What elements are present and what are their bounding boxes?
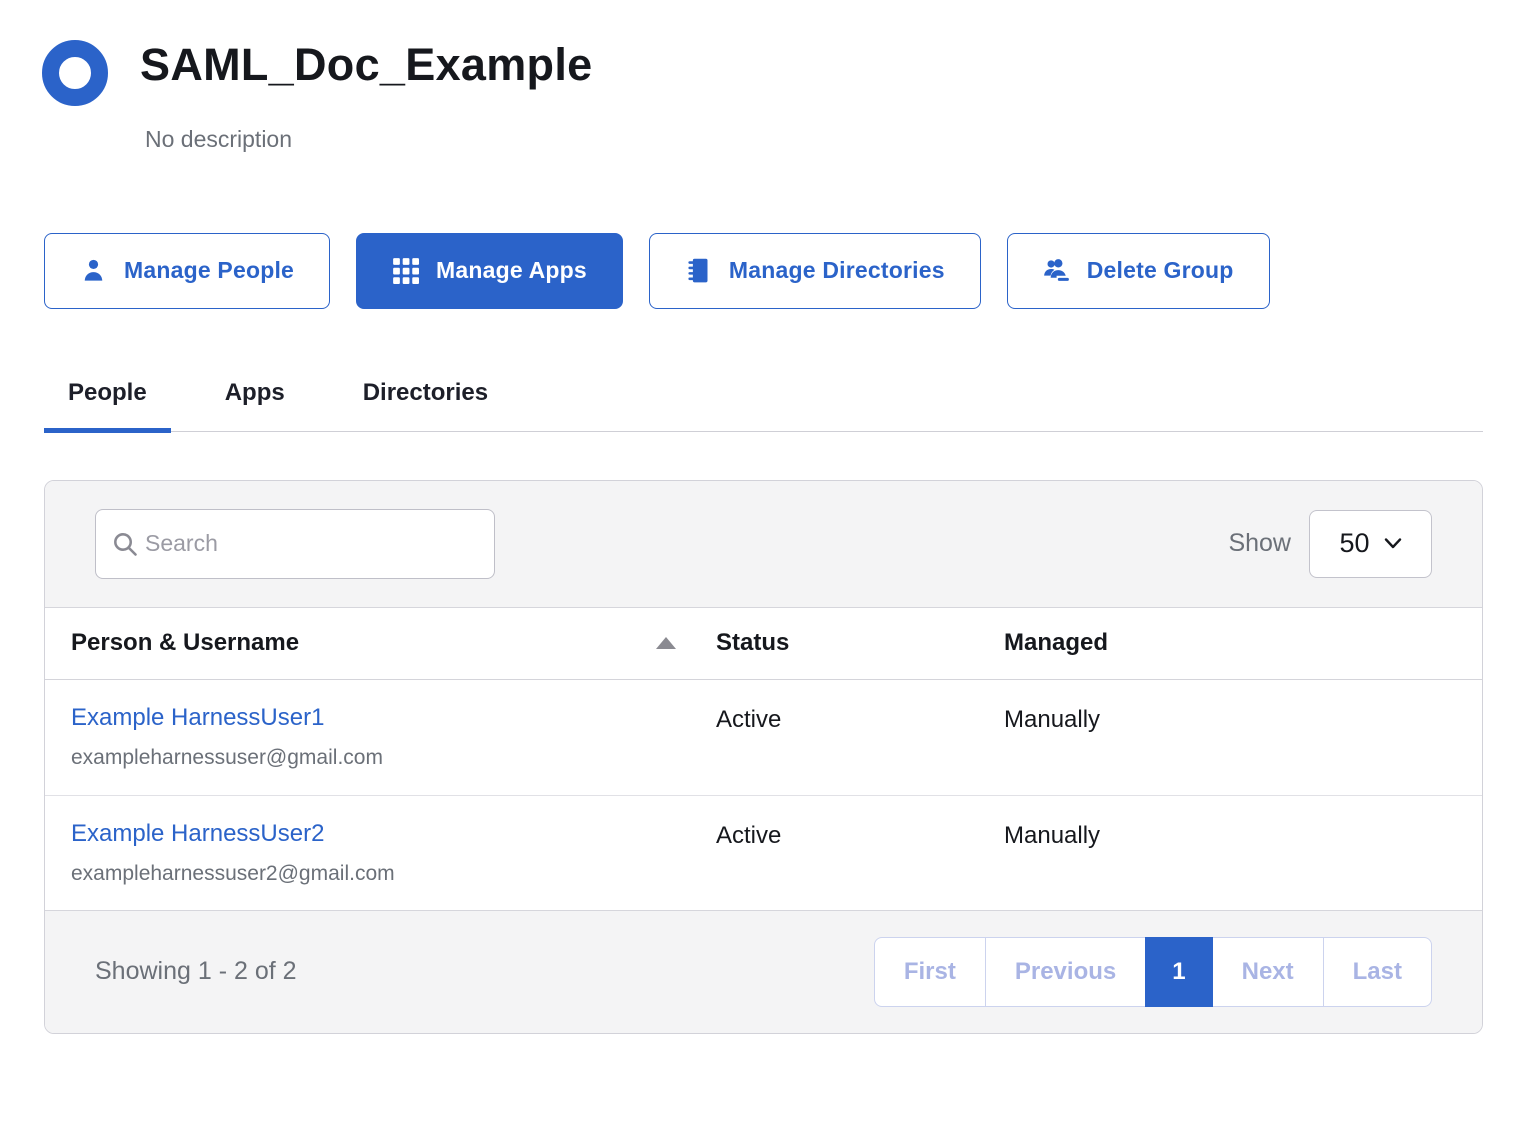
column-header-status[interactable]: Status: [716, 629, 1004, 657]
search-input[interactable]: [145, 530, 480, 557]
tab-people[interactable]: People: [44, 379, 171, 431]
person-email: exampleharnessuser2@gmail.com: [71, 862, 716, 886]
page-size-value: 50: [1339, 528, 1369, 559]
manage-people-button[interactable]: Manage People: [44, 233, 330, 309]
delete-group-label: Delete Group: [1087, 257, 1234, 284]
group-header: SAML_Doc_Example No description: [42, 40, 1520, 153]
person-status: Active: [716, 820, 1004, 850]
page-size-select[interactable]: 50: [1309, 510, 1432, 578]
tab-apps[interactable]: Apps: [201, 379, 309, 431]
table-row: Example HarnessUser2 exampleharnessuser2…: [45, 795, 1482, 910]
table-header-row: Person & Username Status Managed: [45, 608, 1482, 680]
person-link[interactable]: Example HarnessUser2: [71, 820, 324, 847]
results-summary: Showing 1 - 2 of 2: [95, 957, 297, 986]
group-description: No description: [145, 126, 592, 153]
remove-user-icon: [1043, 257, 1070, 284]
pagination-page-1[interactable]: 1: [1145, 937, 1212, 1007]
manage-people-label: Manage People: [124, 257, 294, 284]
pagination-last[interactable]: Last: [1323, 937, 1432, 1007]
pagination-next[interactable]: Next: [1212, 937, 1324, 1007]
manage-directories-label: Manage Directories: [729, 257, 945, 284]
delete-group-button[interactable]: Delete Group: [1007, 233, 1270, 309]
table-toolbar: Show 50: [45, 481, 1482, 608]
pagination-first[interactable]: First: [874, 937, 986, 1007]
page-title: SAML_Doc_Example: [140, 40, 592, 90]
search-icon: [111, 530, 139, 558]
pagination: First Previous 1 Next Last: [874, 937, 1432, 1007]
person-status: Active: [716, 704, 1004, 734]
column-header-person[interactable]: Person & Username: [71, 629, 716, 657]
search-box[interactable]: [95, 509, 495, 579]
manage-apps-label: Manage Apps: [436, 257, 587, 284]
manage-apps-button[interactable]: Manage Apps: [356, 233, 623, 309]
show-label: Show: [1228, 529, 1291, 558]
manage-directories-button[interactable]: Manage Directories: [649, 233, 981, 309]
person-email: exampleharnessuser@gmail.com: [71, 746, 716, 770]
people-panel: Show 50 Person & Username Status Managed…: [44, 480, 1483, 1034]
tabs: People Apps Directories: [44, 379, 1483, 432]
table-row: Example HarnessUser1 exampleharnessuser@…: [45, 680, 1482, 795]
sort-asc-icon: [656, 637, 676, 649]
table-footer: Showing 1 - 2 of 2 First Previous 1 Next…: [45, 910, 1482, 1033]
tab-directories[interactable]: Directories: [339, 379, 512, 431]
action-buttons: Manage People Manage Apps Manage Directo…: [44, 233, 1520, 309]
column-header-person-label: Person & Username: [71, 629, 299, 657]
directories-icon: [685, 257, 712, 284]
person-icon: [80, 257, 107, 284]
column-header-managed[interactable]: Managed: [1004, 629, 1456, 657]
pagination-previous[interactable]: Previous: [985, 937, 1146, 1007]
person-managed: Manually: [1004, 704, 1456, 734]
person-link[interactable]: Example HarnessUser1: [71, 704, 324, 731]
apps-grid-icon: [392, 257, 419, 284]
chevron-down-icon: [1384, 537, 1402, 550]
group-ring-icon: [42, 40, 108, 106]
person-managed: Manually: [1004, 820, 1456, 850]
